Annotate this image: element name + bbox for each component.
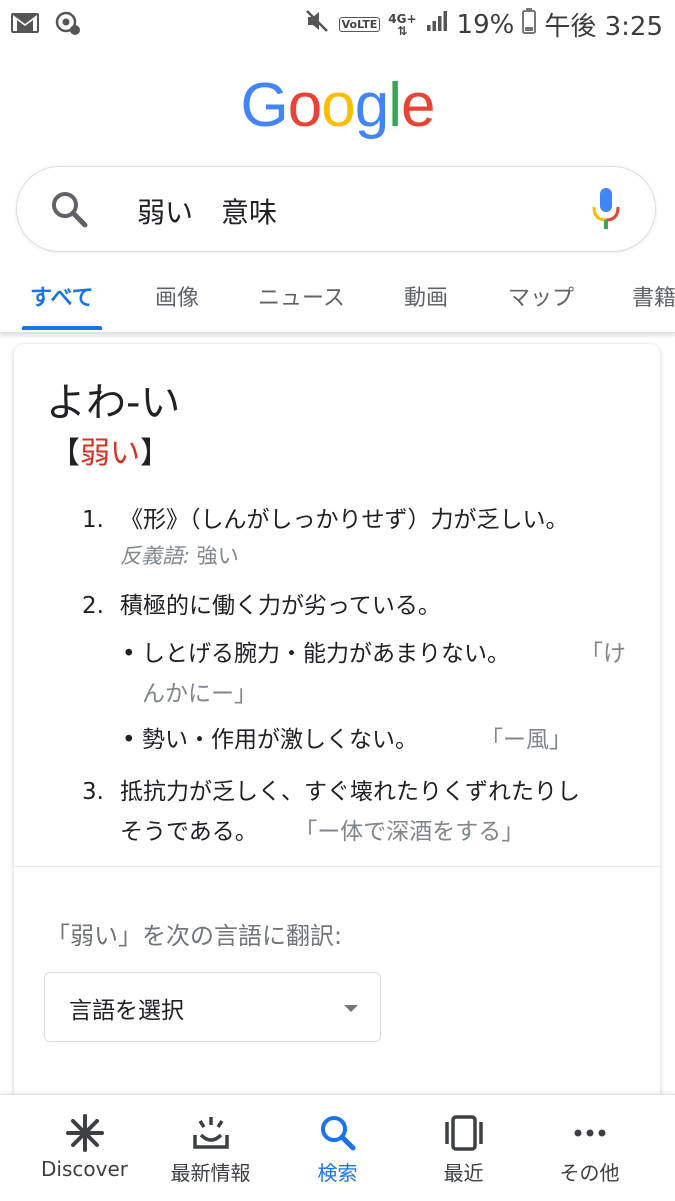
definition-text: そうである。 「ー体で深酒をする」 [120, 819, 525, 845]
logo-letter: o [321, 71, 355, 140]
definition-number: 1. [82, 507, 104, 533]
volte-indicator: VoLTE [338, 17, 381, 32]
updates-icon [143, 1113, 278, 1153]
tab-maps[interactable]: マップ [508, 280, 574, 312]
microphone-icon[interactable] [591, 187, 621, 235]
google-logo: Google [0, 70, 675, 141]
search-box[interactable]: 弱い 意味 [16, 166, 656, 252]
search-icon[interactable] [49, 189, 89, 233]
example-text: んかにー」 [142, 681, 257, 707]
recent-icon [396, 1113, 531, 1153]
bullet: • [122, 641, 136, 667]
nav-label: Discover [41, 1157, 128, 1181]
search-icon [270, 1113, 405, 1153]
nav-more[interactable]: その他 [522, 1095, 657, 1201]
clock: 午後 3:25 [544, 12, 663, 42]
nav-search[interactable]: 検索 [270, 1095, 405, 1201]
nav-label: 最新情報 [170, 1161, 251, 1185]
definition-number: 3. [82, 779, 104, 805]
logo-letter: o [287, 71, 322, 140]
dictionary-kanji: 【弱い】 [50, 436, 170, 471]
tab-books[interactable]: 書籍 [632, 280, 675, 312]
definition-number: 2. [82, 593, 104, 619]
logo-letter: l [388, 71, 402, 140]
language-select-label: 言語を選択 [69, 998, 184, 1024]
more-icon [522, 1113, 657, 1153]
nav-label: 検索 [317, 1161, 358, 1185]
mute-icon [305, 9, 331, 40]
definition-text: 積極的に働く力が劣っている。 [120, 593, 441, 619]
tab-images[interactable]: 画像 [155, 280, 199, 312]
bottom-navigation: Discover 最新情報 検索 最近 その他 [0, 1094, 675, 1201]
language-select[interactable]: 言語を選択 [44, 972, 381, 1042]
search-input[interactable]: 弱い 意味 [137, 191, 277, 231]
gmail-icon [10, 11, 40, 39]
status-bar: VoLTE 4G+ ⇅ 19% 午後 3:25 [0, 0, 675, 48]
asterisk-icon [17, 1113, 152, 1153]
dictionary-word: よわ-い [46, 380, 181, 426]
antonym: 反義語: 強い [120, 544, 239, 568]
logo-letter: g [354, 71, 389, 140]
sub-definition: 勢い・作用が激しくない。 「ー風」 [142, 727, 572, 753]
hotspot-settings-icon [54, 10, 82, 40]
definition-text: 《形》（しんがしっかりせず）力が乏しい。 [120, 507, 569, 533]
nav-updates[interactable]: 最新情報 [143, 1095, 278, 1201]
search-tabs: すべて 画像 ニュース 動画 マップ 書籍 [0, 272, 675, 333]
translate-label: 「弱い」を次の言語に翻訳: [46, 922, 343, 950]
logo-letter: G [240, 71, 289, 140]
card-divider [14, 866, 660, 867]
nav-discover[interactable]: Discover [17, 1095, 152, 1201]
tab-videos[interactable]: 動画 [404, 280, 448, 312]
battery-icon [522, 8, 537, 41]
definition-text: 抵抗力が乏しく、すぐ壊れたりくずれたりし [120, 779, 580, 805]
battery-percent: 19% [456, 9, 515, 40]
tab-all[interactable]: すべて [30, 280, 94, 312]
nav-label: 最近 [443, 1161, 484, 1185]
network-type: 4G+ ⇅ [388, 11, 417, 38]
signal-icon [425, 9, 449, 40]
dictionary-card: よわ-い 【弱い】 1. 《形》（しんがしっかりせず）力が乏しい。 反義語: 強… [14, 344, 660, 1104]
nav-recent[interactable]: 最近 [396, 1095, 531, 1201]
logo-letter: e [400, 71, 435, 140]
nav-label: その他 [559, 1161, 620, 1185]
bullet: • [122, 727, 136, 753]
active-tab-indicator [22, 326, 102, 330]
sub-definition: しとげる腕力・能力があまりない。 「け [142, 641, 626, 667]
tab-news[interactable]: ニュース [258, 280, 345, 312]
dropdown-arrow-icon [344, 1005, 358, 1012]
